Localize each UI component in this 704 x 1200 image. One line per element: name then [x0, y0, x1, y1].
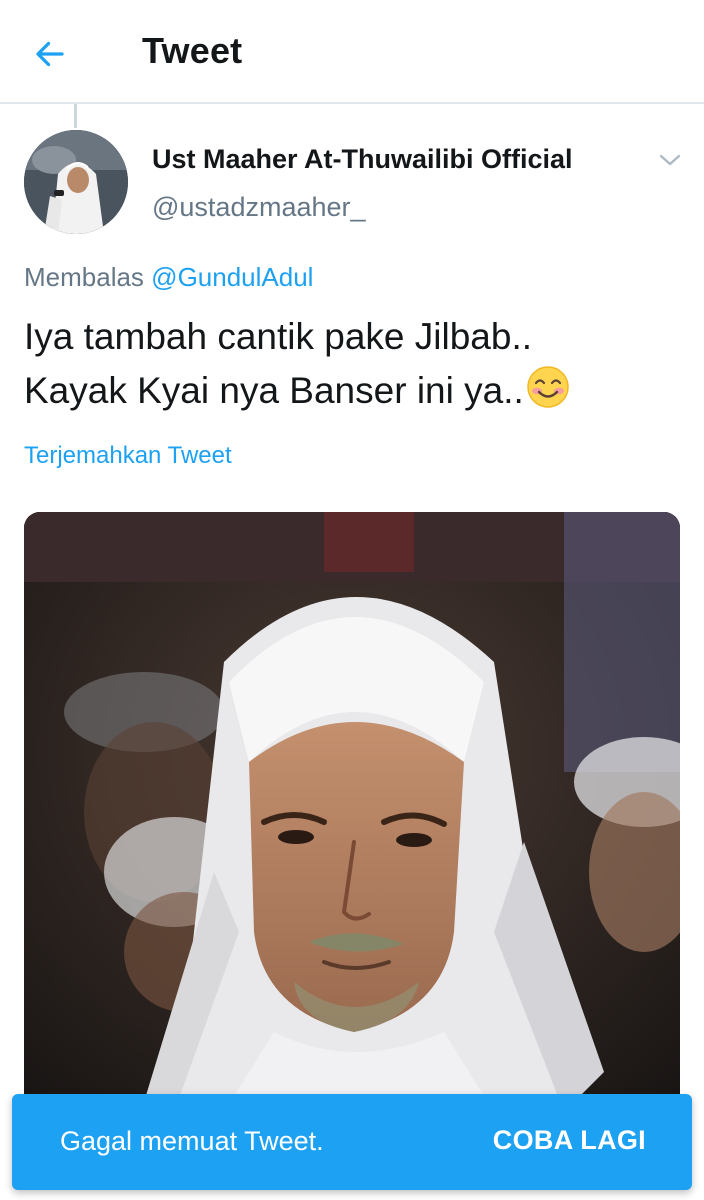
- retry-button[interactable]: COBA LAGI: [493, 1125, 646, 1156]
- chevron-down-icon: [659, 154, 681, 166]
- translate-tweet-link[interactable]: Terjemahkan Tweet: [24, 442, 232, 470]
- smiling-face-with-blush-icon: [527, 366, 569, 408]
- reply-to-mention[interactable]: @GundulAdul: [151, 262, 313, 292]
- reply-context: Membalas @GundulAdul: [24, 262, 313, 293]
- back-button[interactable]: [22, 26, 78, 82]
- arrow-left-icon: [36, 41, 64, 67]
- tweet-media-photo[interactable]: [24, 512, 680, 1112]
- author-name[interactable]: Ust Maaher At-Thuwailibi Official: [152, 144, 573, 175]
- error-snackbar: Gagal memuat Tweet. COBA LAGI: [12, 1094, 692, 1190]
- reply-prefix: Membalas: [24, 262, 144, 292]
- page-title: Tweet: [142, 30, 243, 71]
- tweet-text-line-2-text: Kayak Kyai nya Banser ini ya..: [24, 370, 524, 411]
- snackbar-message: Gagal memuat Tweet.: [60, 1126, 324, 1156]
- tweet-text: Iya tambah cantik pake Jilbab.. Kayak Ky…: [24, 310, 684, 418]
- tweet-options-button[interactable]: [652, 144, 688, 176]
- author-avatar[interactable]: [24, 130, 128, 234]
- photo-icon: [24, 512, 680, 1112]
- author-handle: @ustadzmaaher_: [152, 192, 366, 222]
- app-bar: Tweet: [0, 0, 704, 104]
- tweet-text-line-1: Iya tambah cantik pake Jilbab..: [24, 316, 533, 357]
- thread-connector-line: [74, 104, 77, 128]
- tweet-text-line-2: Kayak Kyai nya Banser ini ya..: [24, 364, 684, 418]
